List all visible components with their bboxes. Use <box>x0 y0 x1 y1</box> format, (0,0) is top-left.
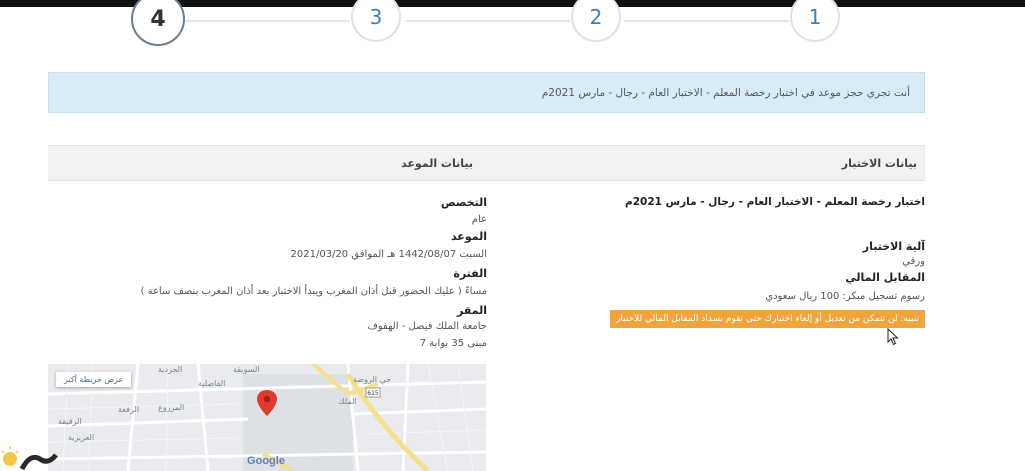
map-label: العزيزية <box>68 433 94 442</box>
channel-logo-icon <box>1 446 58 471</box>
step-connector <box>624 20 789 22</box>
booking-info-banner: أنت تجري حجز موعد في اختبار رخصة المعلم … <box>48 72 925 113</box>
step-3[interactable]: 3 <box>351 0 401 42</box>
payment-warning: تنبيه: لن تتمكن من تعديل أو إلغاء اختبار… <box>609 310 925 328</box>
period-label: الفترة <box>453 267 487 280</box>
exam-details: اختبار رخصة المعلم - الاختبار العام - رج… <box>495 193 925 328</box>
exam-name: اختبار رخصة المعلم - الاختبار العام - رج… <box>625 196 925 208</box>
map-label: حي الروضة <box>353 375 391 384</box>
mouse-cursor-icon <box>887 328 899 346</box>
map-label: الرفعة <box>118 405 139 414</box>
map-label: المزروع <box>158 403 184 412</box>
building-value: مبنى 35 بوابة 7 <box>419 338 487 349</box>
exam-panel-title: بيانات الاختبار <box>841 156 917 170</box>
step-2[interactable]: 2 <box>571 0 621 42</box>
date-value: السبت 1442/08/07 هـ الموافق 2021/03/20 <box>290 249 487 260</box>
map-label: الملك <box>338 397 357 406</box>
step-1[interactable]: 1 <box>790 0 840 42</box>
step-4[interactable]: 4 <box>131 0 185 46</box>
date-label: الموعد <box>450 230 487 243</box>
location-value: جامعة الملك فيصل - الهفوف <box>367 321 487 332</box>
banner-text: أنت تجري حجز موعد في اختبار رخصة المعلم … <box>541 86 910 99</box>
period-value: مساءً ( عليك الحضور قبل أذان المغرب ويبد… <box>140 286 487 297</box>
appointment-panel-header: بيانات الموعد <box>48 145 487 181</box>
appointment-details: التخصص عام الموعد السبت 1442/08/07 هـ ال… <box>47 193 487 352</box>
step-connector <box>185 20 350 22</box>
booking-stepper: 4 3 2 1 <box>0 0 1025 50</box>
map-label: السويقة <box>233 365 260 374</box>
view-larger-map-link[interactable]: عرض خريطة أكبر <box>56 372 132 387</box>
appointment-panel-title: بيانات الموعد <box>401 156 473 170</box>
google-logo: Google <box>247 455 285 467</box>
step-connector <box>405 20 570 22</box>
exam-panel-header: بيانات الاختبار <box>487 145 925 181</box>
road-shield: 615 <box>367 390 379 397</box>
fee-label: المقابل المالي <box>845 271 925 284</box>
map-label: الجردية <box>158 365 182 374</box>
location-map[interactable]: 615 الجردية الفاضلية السويقة حي الروضة ا… <box>48 364 486 471</box>
fee-value: رسوم تسجيل مبكر: 100 ريال سعودي <box>765 291 925 302</box>
map-label: الرقيقة <box>58 417 82 426</box>
map-label: الفاضلية <box>198 379 225 388</box>
